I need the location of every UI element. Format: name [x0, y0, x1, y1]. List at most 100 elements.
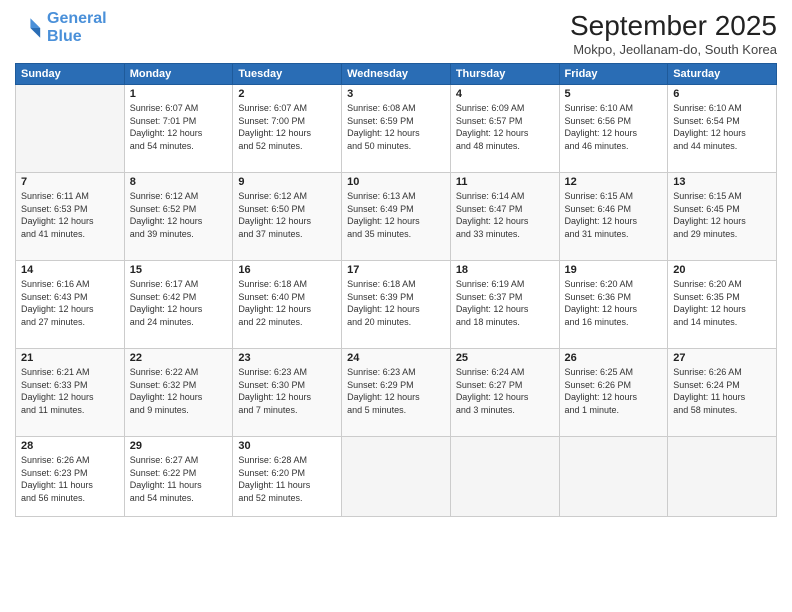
calendar-cell: 2 Sunrise: 6:07 AM Sunset: 7:00 PM Daylig…: [233, 85, 342, 173]
calendar-cell: 9Sunrise: 6:12 AM Sunset: 6:50 PM Daylig…: [233, 173, 342, 261]
logo-line1: General: [47, 10, 107, 27]
calendar-cell: [668, 437, 777, 517]
calendar-cell: 30 Sunrise: 6:28 AM Sunset: 6:20 PM Dayli…: [233, 437, 342, 517]
day-info: Sunrise: 6:13 AM Sunset: 6:49 PM Dayligh…: [347, 190, 445, 240]
day-info: Sunrise: 6:26 AM Sunset: 6:23 PM Dayligh…: [21, 454, 119, 504]
day-number: 21: [21, 352, 119, 364]
day-number: 3: [347, 88, 445, 100]
calendar-cell: 21 Sunrise: 6:21 AM Sunset: 6:33 PM Dayli…: [16, 349, 125, 437]
calendar-cell: 19 Sunrise: 6:20 AM Sunset: 6:36 PM Dayli…: [559, 261, 668, 349]
day-number: 1: [130, 88, 228, 100]
day-number: 29: [130, 440, 228, 452]
calendar-cell: 10 Sunrise: 6:13 AM Sunset: 6:49 PM Dayli…: [342, 173, 451, 261]
calendar-table: SundayMondayTuesdayWednesdayThursdayFrid…: [15, 63, 777, 517]
month-title: September 2025: [570, 10, 777, 42]
day-info: Sunrise: 6:09 AM Sunset: 6:57 PM Dayligh…: [456, 102, 554, 152]
header-cell-sunday: Sunday: [16, 64, 125, 85]
calendar-cell: 28 Sunrise: 6:26 AM Sunset: 6:23 PM Dayli…: [16, 437, 125, 517]
day-number: 10: [347, 176, 445, 188]
day-info: Sunrise: 6:10 AM Sunset: 6:56 PM Dayligh…: [565, 102, 663, 152]
day-number: 11: [456, 176, 554, 188]
week-row-2: 7 Sunrise: 6:11 AM Sunset: 6:53 PM Daylig…: [16, 173, 777, 261]
page: General Blue September 2025 Mokpo, Jeoll…: [0, 0, 792, 612]
day-number: 13: [673, 176, 771, 188]
day-info: Sunrise: 6:20 AM Sunset: 6:35 PM Dayligh…: [673, 278, 771, 328]
logo-icon: [15, 14, 43, 42]
day-number: 17: [347, 264, 445, 276]
day-number: 25: [456, 352, 554, 364]
day-number: 9: [238, 176, 336, 188]
calendar-cell: 4 Sunrise: 6:09 AM Sunset: 6:57 PM Daylig…: [450, 85, 559, 173]
day-info: Sunrise: 6:20 AM Sunset: 6:36 PM Dayligh…: [565, 278, 663, 328]
day-number: 20: [673, 264, 771, 276]
day-number: 12: [565, 176, 663, 188]
header: General Blue September 2025 Mokpo, Jeoll…: [15, 10, 777, 57]
day-info: Sunrise: 6:08 AM Sunset: 6:59 PM Dayligh…: [347, 102, 445, 152]
calendar-cell: 12 Sunrise: 6:15 AM Sunset: 6:46 PM Dayli…: [559, 173, 668, 261]
day-info: Sunrise: 6:25 AM Sunset: 6:26 PM Dayligh…: [565, 366, 663, 416]
day-number: 6: [673, 88, 771, 100]
header-cell-saturday: Saturday: [668, 64, 777, 85]
location: Mokpo, Jeollanam-do, South Korea: [570, 42, 777, 57]
calendar-cell: 25Sunrise: 6:24 AM Sunset: 6:27 PM Dayli…: [450, 349, 559, 437]
day-number: 28: [21, 440, 119, 452]
calendar-cell: 26 Sunrise: 6:25 AM Sunset: 6:26 PM Dayli…: [559, 349, 668, 437]
day-info: Sunrise: 6:11 AM Sunset: 6:53 PM Dayligh…: [21, 190, 119, 240]
day-number: 18: [456, 264, 554, 276]
day-info: Sunrise: 6:14 AM Sunset: 6:47 PM Dayligh…: [456, 190, 554, 240]
day-number: 23: [238, 352, 336, 364]
calendar-cell: [342, 437, 451, 517]
calendar-cell: 15 Sunrise: 6:17 AM Sunset: 6:42 PM Dayli…: [124, 261, 233, 349]
header-cell-monday: Monday: [124, 64, 233, 85]
logo-text: General Blue: [47, 10, 107, 45]
day-number: 22: [130, 352, 228, 364]
calendar-cell: 16 Sunrise: 6:18 AM Sunset: 6:40 PM Dayli…: [233, 261, 342, 349]
calendar-cell: 5Sunrise: 6:10 AM Sunset: 6:56 PM Daylig…: [559, 85, 668, 173]
calendar-cell: 17 Sunrise: 6:18 AM Sunset: 6:39 PM Dayli…: [342, 261, 451, 349]
day-info: Sunrise: 6:12 AM Sunset: 6:52 PM Dayligh…: [130, 190, 228, 240]
week-row-5: 28 Sunrise: 6:26 AM Sunset: 6:23 PM Dayli…: [16, 437, 777, 517]
day-number: 30: [238, 440, 336, 452]
calendar-cell: 29 Sunrise: 6:27 AM Sunset: 6:22 PM Dayli…: [124, 437, 233, 517]
day-info: Sunrise: 6:18 AM Sunset: 6:40 PM Dayligh…: [238, 278, 336, 328]
day-number: 2: [238, 88, 336, 100]
day-info: Sunrise: 6:15 AM Sunset: 6:46 PM Dayligh…: [565, 190, 663, 240]
week-row-4: 21 Sunrise: 6:21 AM Sunset: 6:33 PM Dayli…: [16, 349, 777, 437]
calendar-cell: 6 Sunrise: 6:10 AM Sunset: 6:54 PM Daylig…: [668, 85, 777, 173]
calendar-cell: 13 Sunrise: 6:15 AM Sunset: 6:45 PM Dayli…: [668, 173, 777, 261]
calendar-cell: [559, 437, 668, 517]
day-info: Sunrise: 6:07 AM Sunset: 7:00 PM Dayligh…: [238, 102, 336, 152]
day-info: Sunrise: 6:10 AM Sunset: 6:54 PM Dayligh…: [673, 102, 771, 152]
day-info: Sunrise: 6:27 AM Sunset: 6:22 PM Dayligh…: [130, 454, 228, 504]
day-number: 24: [347, 352, 445, 364]
week-row-1: 1Sunrise: 6:07 AM Sunset: 7:01 PM Daylig…: [16, 85, 777, 173]
day-info: Sunrise: 6:15 AM Sunset: 6:45 PM Dayligh…: [673, 190, 771, 240]
day-number: 4: [456, 88, 554, 100]
day-number: 15: [130, 264, 228, 276]
day-number: 16: [238, 264, 336, 276]
day-number: 7: [21, 176, 119, 188]
header-cell-thursday: Thursday: [450, 64, 559, 85]
day-info: Sunrise: 6:17 AM Sunset: 6:42 PM Dayligh…: [130, 278, 228, 328]
week-row-3: 14 Sunrise: 6:16 AM Sunset: 6:43 PM Dayli…: [16, 261, 777, 349]
calendar-cell: 11 Sunrise: 6:14 AM Sunset: 6:47 PM Dayli…: [450, 173, 559, 261]
header-cell-friday: Friday: [559, 64, 668, 85]
logo-line2: Blue: [47, 28, 82, 45]
day-info: Sunrise: 6:16 AM Sunset: 6:43 PM Dayligh…: [21, 278, 119, 328]
day-info: Sunrise: 6:18 AM Sunset: 6:39 PM Dayligh…: [347, 278, 445, 328]
day-number: 14: [21, 264, 119, 276]
day-info: Sunrise: 6:26 AM Sunset: 6:24 PM Dayligh…: [673, 366, 771, 416]
day-number: 26: [565, 352, 663, 364]
day-info: Sunrise: 6:23 AM Sunset: 6:30 PM Dayligh…: [238, 366, 336, 416]
header-cell-wednesday: Wednesday: [342, 64, 451, 85]
calendar-cell: 20 Sunrise: 6:20 AM Sunset: 6:35 PM Dayli…: [668, 261, 777, 349]
calendar-cell: [450, 437, 559, 517]
calendar-cell: [16, 85, 125, 173]
calendar-cell: 22Sunrise: 6:22 AM Sunset: 6:32 PM Dayli…: [124, 349, 233, 437]
day-info: Sunrise: 6:21 AM Sunset: 6:33 PM Dayligh…: [21, 366, 119, 416]
calendar-cell: 18Sunrise: 6:19 AM Sunset: 6:37 PM Dayli…: [450, 261, 559, 349]
calendar-cell: 3 Sunrise: 6:08 AM Sunset: 6:59 PM Daylig…: [342, 85, 451, 173]
day-info: Sunrise: 6:28 AM Sunset: 6:20 PM Dayligh…: [238, 454, 336, 504]
day-number: 19: [565, 264, 663, 276]
header-cell-tuesday: Tuesday: [233, 64, 342, 85]
